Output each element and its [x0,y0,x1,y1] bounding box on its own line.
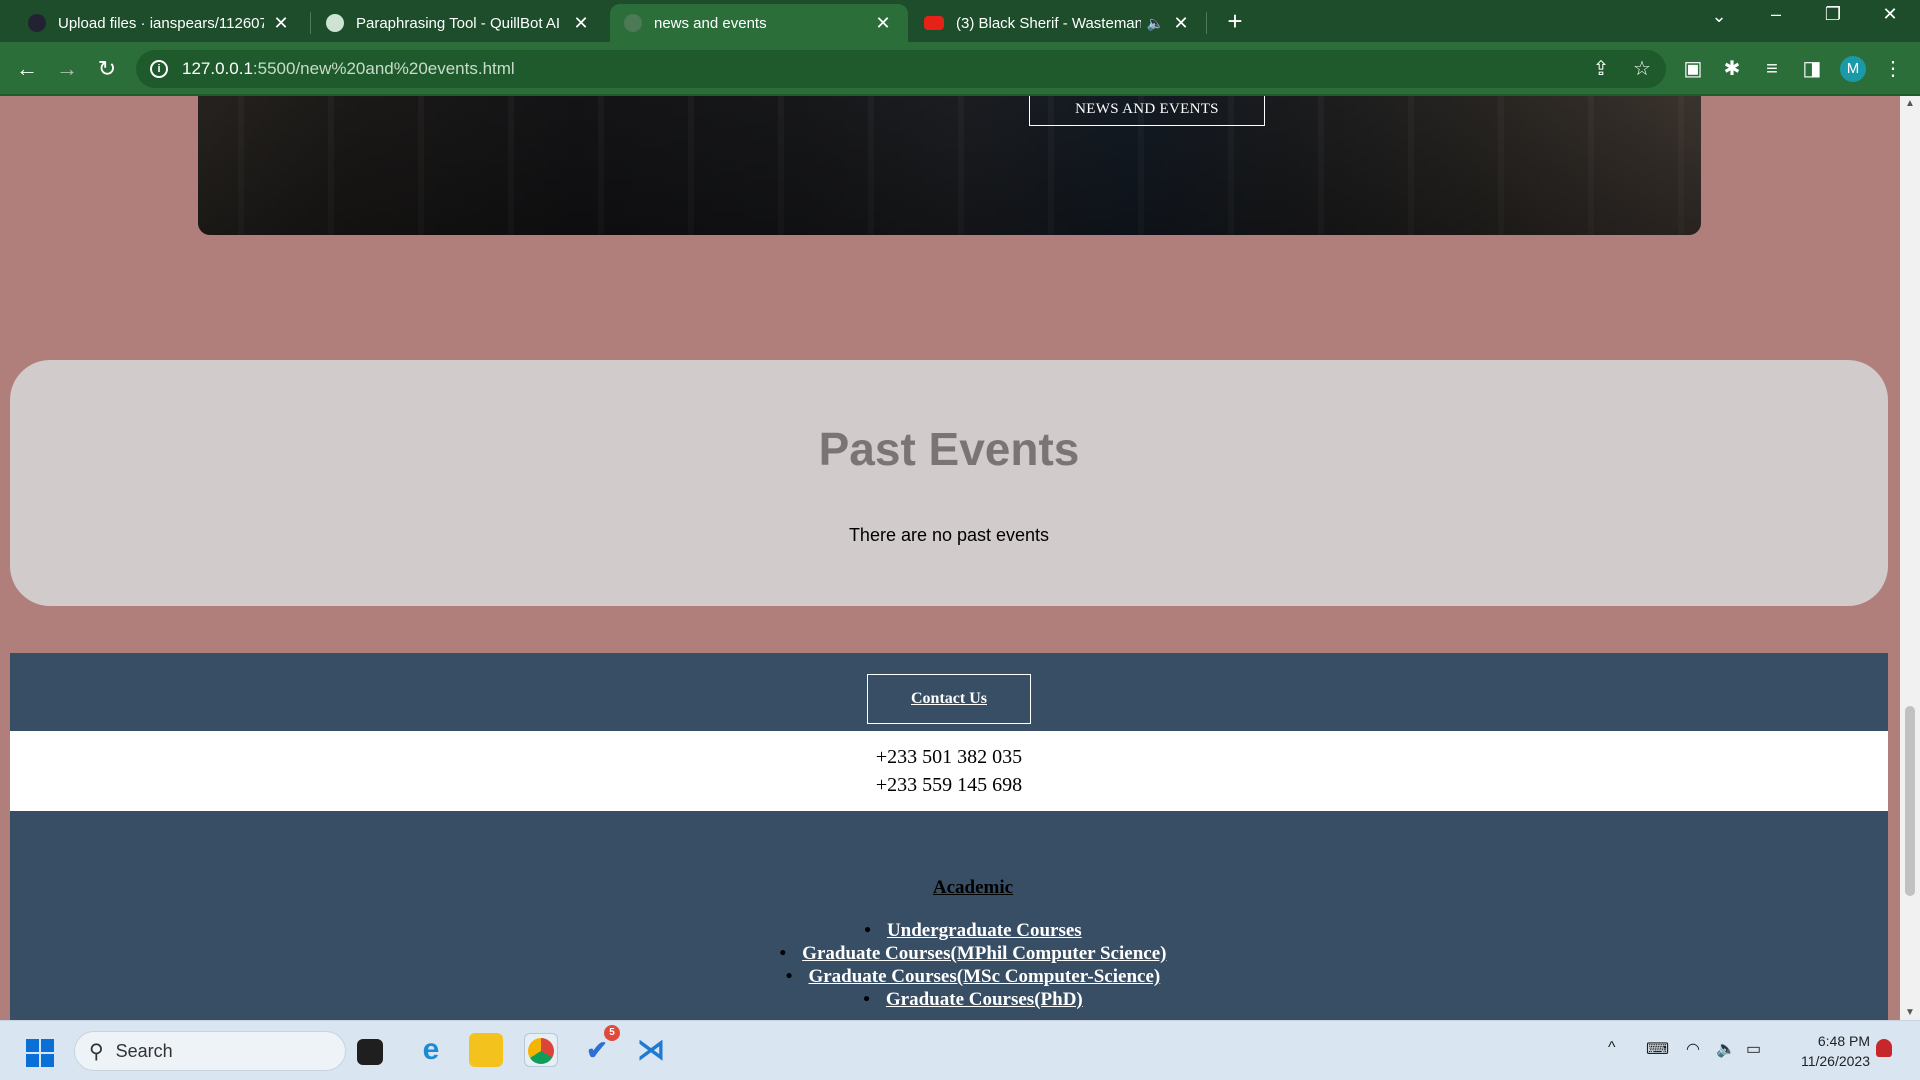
reload-icon[interactable]: ↻ [92,54,122,84]
academic-links: Academic Undergraduate Courses Graduate … [10,877,1888,1011]
media-controls-icon[interactable]: ≡ [1759,56,1785,82]
phd-courses-link[interactable]: Graduate Courses(PhD) [58,988,1888,1011]
url-host: 127.0.0.1 [182,59,253,78]
battery-icon[interactable]: ▭ [1746,1039,1761,1059]
browser-toolbar: ← → ↻ i 127.0.0.1:5500/new%20and%20event… [0,42,1920,96]
restore-icon[interactable]: ❐ [1813,4,1853,25]
globe-icon [624,14,642,32]
phone-number: +233 559 145 698 [875,774,1023,796]
tab-youtube[interactable]: (3) Black Sherif - Wasteman 🔈 ✕ [910,4,1206,42]
share-icon[interactable]: ⇪ [1588,56,1614,82]
wifi-icon[interactable]: ◠ [1686,1039,1700,1059]
edge-icon[interactable]: e [414,1033,448,1067]
tab-title: news and events [654,14,767,32]
news-and-events-button[interactable]: NEWS AND EVENTS [1029,96,1265,126]
keyboard-icon[interactable]: ⌨ [1646,1039,1669,1059]
chrome-icon[interactable] [524,1033,558,1067]
clock-date: 11/26/2023 [1800,1053,1870,1069]
url-path: :5500/new%20and%20events.html [252,59,515,78]
windows-taskbar: ⚲ Search e ✔ 5 ⋊ ^ ⌨ ◠ 🔈 ▭ 6:48 PM 11/26/… [0,1020,1920,1080]
tab-title: Paraphrasing Tool - QuillBot AI [356,14,561,32]
file-explorer-icon[interactable] [469,1033,503,1067]
academic-heading: Academic [932,877,1014,898]
volume-icon[interactable]: 🔈 [1716,1039,1736,1059]
github-icon [28,14,46,32]
hero-banner-image: NEWS AND EVENTS [198,96,1701,235]
close-icon[interactable]: ✕ [872,13,894,34]
todo-icon[interactable]: ✔ 5 [580,1025,620,1067]
notification-badge: 5 [604,1025,620,1041]
footer: Contact Us +233 501 382 035 +233 559 145… [10,653,1888,1020]
browser-tab-strip: Upload files · ianspears/112607057 ✕ Par… [0,0,1920,42]
scroll-down-arrow-icon[interactable]: ▼ [1904,1007,1916,1018]
tab-quillbot[interactable]: Paraphrasing Tool - QuillBot AI ✕ [312,4,606,42]
msc-courses-link[interactable]: Graduate Courses(MSc Computer-Science) [58,965,1888,988]
windows-start-icon[interactable] [26,1039,54,1067]
scroll-up-arrow-icon[interactable]: ▲ [1904,98,1916,109]
speaker-icon[interactable]: 🔈 [1147,15,1164,32]
tab-title: Upload files · ianspears/112607057 [58,14,264,32]
quillbot-icon [326,14,344,32]
window-close-icon[interactable]: ✕ [1870,4,1910,25]
side-panel-icon[interactable]: ◨ [1799,56,1825,82]
minimize-icon[interactable]: – [1756,4,1796,25]
contact-us-button[interactable]: Contact Us [867,674,1031,724]
tab-news-and-events[interactable]: news and events ✕ [610,4,908,42]
tab-divider [310,12,311,34]
youtube-icon [924,16,944,30]
page-scrollbar[interactable]: ▲ ▼ [1900,96,1920,1020]
close-icon[interactable]: ✕ [1170,13,1192,34]
task-view-icon[interactable] [357,1039,383,1065]
page-viewport: NEWS AND EVENTS Past Events There are no… [0,96,1900,1020]
forward-icon[interactable]: → [52,54,82,84]
back-icon[interactable]: ← [12,54,42,84]
tab-upload-files[interactable]: Upload files · ianspears/112607057 ✕ [14,4,306,42]
bookmark-star-icon[interactable]: ☆ [1629,56,1655,82]
close-icon[interactable]: ✕ [270,13,292,34]
clock-time: 6:48 PM [1817,1033,1870,1049]
extensions-icon[interactable]: ✱ [1719,56,1745,82]
past-events-title: Past Events [818,423,1080,475]
profile-avatar[interactable]: M [1840,56,1866,82]
site-info-icon[interactable]: i [150,60,168,78]
menu-icon[interactable]: ⋮ [1880,56,1906,82]
show-hidden-icons-icon[interactable]: ^ [1608,1039,1616,1057]
close-icon[interactable]: ✕ [570,13,592,34]
mphil-courses-link[interactable]: Graduate Courses(MPhil Computer Science) [58,942,1888,965]
search-placeholder: Search [115,1040,173,1061]
tab-divider [1206,12,1207,34]
phone-numbers: +233 501 382 035 +233 559 145 698 [10,731,1888,811]
vscode-icon[interactable]: ⋊ [634,1033,668,1067]
tab-search-icon[interactable]: ⌄ [1699,6,1739,27]
past-events-message: There are no past events [848,525,1050,545]
tab-title: (3) Black Sherif - Wasteman [956,14,1141,32]
taskbar-search[interactable]: ⚲ Search [74,1031,346,1071]
hero-overlay [198,96,1701,235]
past-events-section: Past Events There are no past events [10,360,1888,606]
password-lock-icon[interactable]: ▣ [1680,56,1706,82]
phone-number: +233 501 382 035 [875,746,1023,768]
address-bar[interactable]: i 127.0.0.1:5500/new%20and%20events.html [136,50,1666,88]
academic-list: Undergraduate Courses Graduate Courses(M… [58,919,1888,1011]
notification-bell-icon[interactable] [1876,1039,1892,1057]
new-tab-button[interactable]: + [1220,6,1250,37]
taskbar-clock[interactable]: 6:48 PM 11/26/2023 [1780,1031,1870,1071]
undergraduate-courses-link[interactable]: Undergraduate Courses [58,919,1888,942]
search-icon: ⚲ [89,1040,104,1063]
scroll-thumb[interactable] [1905,706,1915,896]
